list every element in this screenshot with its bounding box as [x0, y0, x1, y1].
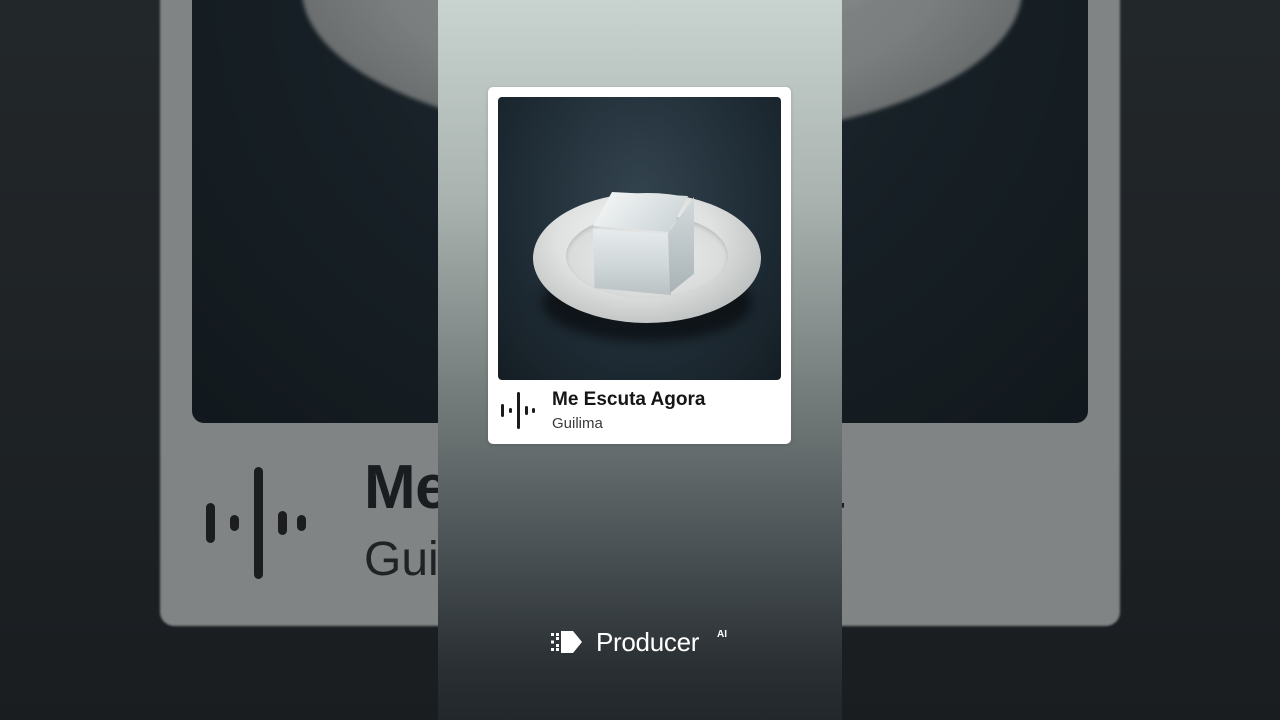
track-artist: Guilima: [552, 415, 603, 432]
track-title: Me Escuta Agora: [552, 389, 706, 410]
brand-superscript: AI: [717, 629, 727, 640]
brand-name: Producer: [596, 627, 700, 657]
waveform-icon: [501, 392, 537, 429]
ice-cube-front: [593, 228, 671, 295]
track-card[interactable]: Me Escuta Agora Guilima: [488, 87, 791, 444]
brand: Producer AI: [551, 626, 731, 658]
producer-logo-icon: [551, 631, 582, 653]
video-panel: Me Escuta Agora Guilima Producer AI: [438, 0, 842, 720]
cover-art: [498, 97, 781, 380]
